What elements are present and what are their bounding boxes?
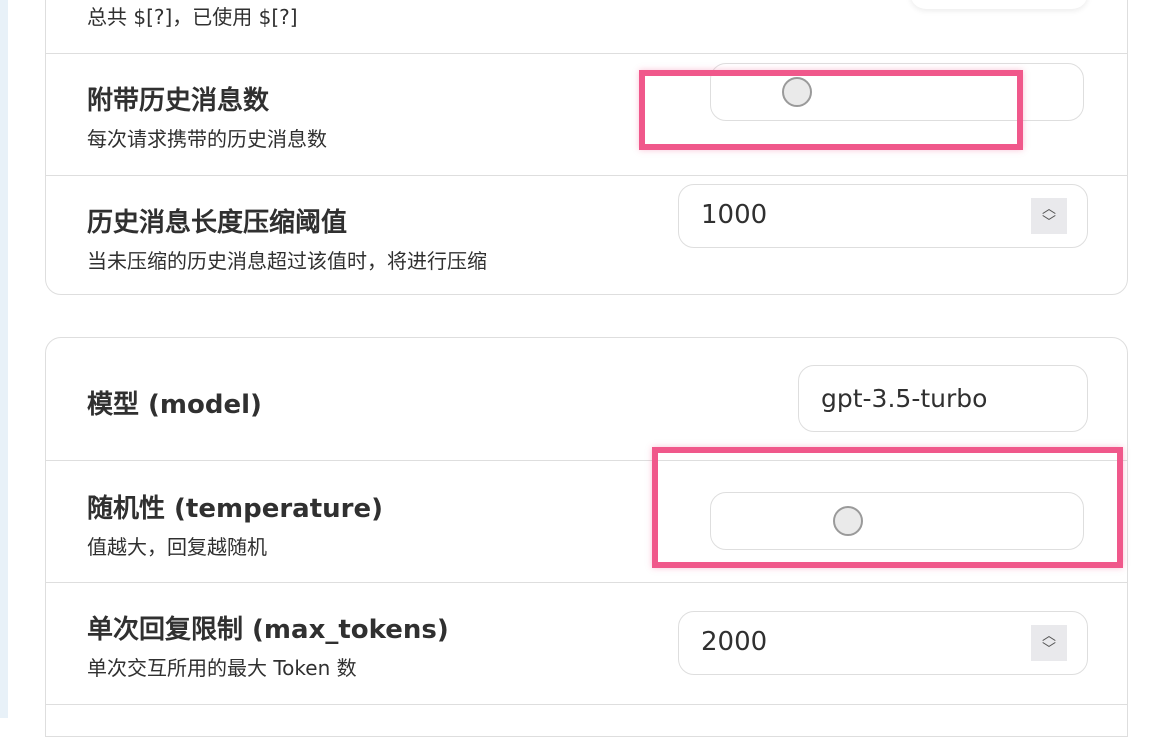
up-down-chevron-icon[interactable]: ︿ ﹀: [1031, 625, 1067, 661]
history-count-title: 附带历史消息数: [87, 86, 270, 116]
model-row: 模型 (model) gpt-3.5-turbo: [46, 338, 1127, 461]
max-tokens-row: 单次回复限制 (max_tokens) 单次交互所用的最大 Token 数 20…: [46, 582, 1127, 705]
compress-threshold-value: 1000: [701, 200, 768, 230]
max-tokens-subtitle: 单次交互所用的最大 Token 数: [87, 656, 357, 680]
max-tokens-title: 单次回复限制 (max_tokens): [87, 615, 449, 645]
highlight-box-history-slider: [639, 70, 1023, 150]
compress-threshold-title: 历史消息长度压缩阈值: [87, 208, 348, 238]
up-down-chevron-icon[interactable]: ︿ ﹀: [1031, 198, 1067, 234]
reset-balance-button[interactable]: ↻: [910, 0, 1088, 9]
compress-threshold-row: 历史消息长度压缩阈值 当未压缩的历史消息超过该值时，将进行压缩 1000 ︿ ﹀: [46, 175, 1127, 295]
history-count-subtitle: 每次请求携带的历史消息数: [87, 127, 327, 151]
reset-icon: ↻: [934, 0, 951, 1]
page-edge: [0, 0, 8, 718]
balance-text: 总共 $[?]，已使用 $[?]: [87, 5, 298, 29]
balance-row: 总共 $[?]，已使用 $[?] ↻: [46, 0, 1127, 54]
model-title: 模型 (model): [87, 390, 262, 420]
temperature-subtitle: 值越大，回复越随机: [87, 535, 267, 559]
model-select[interactable]: gpt-3.5-turbo: [798, 365, 1088, 432]
compress-threshold-input[interactable]: 1000 ︿ ﹀: [678, 184, 1088, 248]
max-tokens-input[interactable]: 2000 ︿ ﹀: [678, 611, 1088, 675]
compress-threshold-subtitle: 当未压缩的历史消息超过该值时，将进行压缩: [87, 249, 487, 273]
max-tokens-value: 2000: [701, 627, 768, 657]
highlight-box-temperature-slider: [652, 447, 1123, 568]
temperature-title: 随机性 (temperature): [87, 494, 383, 524]
model-value: gpt-3.5-turbo: [821, 384, 988, 413]
